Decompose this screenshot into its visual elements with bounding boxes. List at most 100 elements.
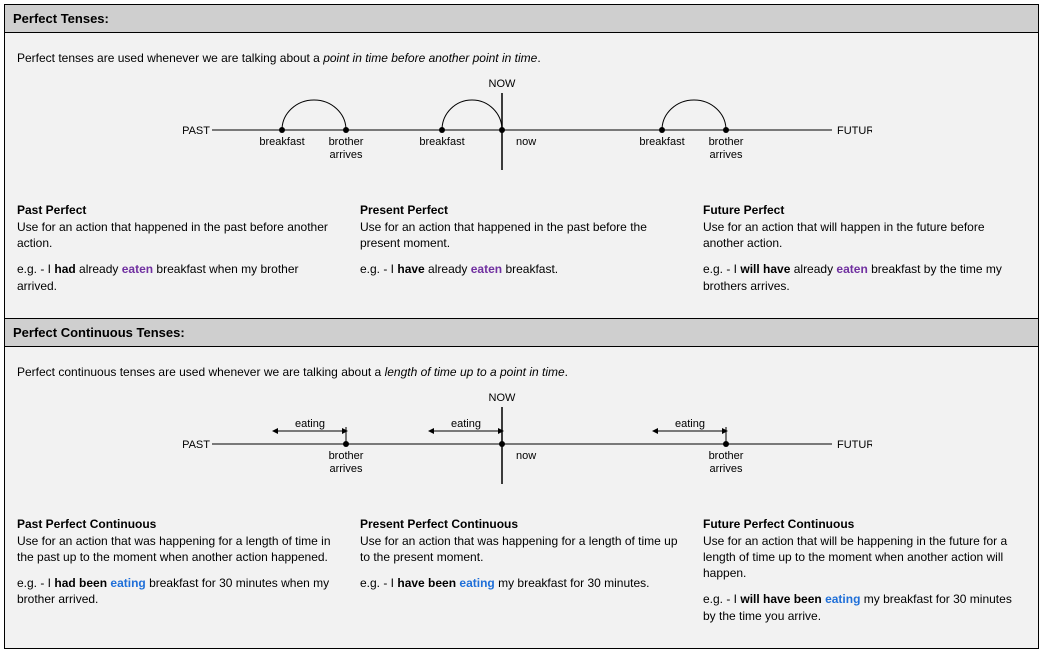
perfect-timeline-svg: NOW PAST FUTURE breakfast brother arrive… (172, 75, 872, 185)
present-perfect-col: Present Perfect Use for an action that h… (360, 203, 683, 304)
col-example: e.g. - I have been eating my breakfast f… (360, 575, 683, 591)
g1-b2: arrives (329, 149, 363, 161)
dot (343, 127, 349, 133)
intro-text-end: . (565, 365, 568, 379)
perfect-header: Perfect Tenses: (5, 5, 1038, 33)
col-example: e.g. - I will have already eaten breakfa… (703, 261, 1026, 293)
ex-post: my breakfast for 30 minutes. (495, 576, 650, 590)
now-label: NOW (488, 78, 516, 90)
future-label: FUTURE (837, 439, 872, 451)
past-perfect-col: Past Perfect Use for an action that happ… (17, 203, 340, 304)
arc-present (442, 100, 502, 130)
ex-pp: eating (459, 576, 494, 590)
future-label: FUTURE (837, 125, 872, 137)
past-label: PAST (182, 439, 210, 451)
ex-aux: will have (740, 262, 790, 276)
eat-label: eating (675, 418, 705, 430)
dot (659, 127, 665, 133)
g1-b1: brother (328, 136, 363, 148)
col-title: Present Perfect (360, 203, 683, 217)
ex-aux: have been (397, 576, 456, 590)
eat-label: eating (295, 418, 325, 430)
g3-b1: brother (708, 450, 743, 462)
intro-text: Perfect tenses are used whenever we are … (17, 51, 323, 65)
dot (279, 127, 285, 133)
g2-b: now (516, 136, 536, 148)
arc-past (282, 100, 346, 130)
ex-pre: e.g. - I (360, 576, 397, 590)
col-desc: Use for an action that will be happening… (703, 533, 1026, 582)
g1-a: breakfast (259, 136, 304, 148)
dot (499, 441, 505, 447)
col-example: e.g. - I had already eaten breakfast whe… (17, 261, 340, 293)
col-title: Future Perfect Continuous (703, 517, 1026, 531)
perfect-continuous-header: Perfect Continuous Tenses: (5, 319, 1038, 347)
intro-emph: point in time before another point in ti… (323, 51, 537, 65)
past-label: PAST (182, 125, 210, 137)
intro-text-end: . (537, 51, 540, 65)
col-desc: Use for an action that happened in the p… (360, 219, 683, 251)
ex-aux: had (54, 262, 75, 276)
ex-pre: e.g. - I (17, 262, 54, 276)
g1-b2: arrives (329, 463, 363, 475)
ex-pp: eaten (122, 262, 153, 276)
col-title: Past Perfect Continuous (17, 517, 340, 531)
ex-pre: e.g. - I (360, 262, 397, 276)
g3-b2: arrives (709, 149, 743, 161)
pc-intro: Perfect continuous tenses are used whene… (17, 365, 1026, 379)
perfect-intro: Perfect tenses are used whenever we are … (17, 51, 1026, 65)
ex-mid: already (790, 262, 836, 276)
ex-pre: e.g. - I (17, 576, 54, 590)
dot (439, 127, 445, 133)
g2-a: breakfast (419, 136, 464, 148)
intro-text: Perfect continuous tenses are used whene… (17, 365, 385, 379)
col-title: Past Perfect (17, 203, 340, 217)
perfect-diagram: NOW PAST FUTURE breakfast brother arrive… (17, 75, 1026, 185)
perfect-body: Perfect tenses are used whenever we are … (5, 33, 1038, 318)
col-example: e.g. - I will have been eating my breakf… (703, 591, 1026, 623)
col-desc: Use for an action that will happen in th… (703, 219, 1026, 251)
g3-a: breakfast (639, 136, 684, 148)
intro-emph: length of time up to a point in time (385, 365, 565, 379)
col-example: e.g. - I had been eating breakfast for 3… (17, 575, 340, 607)
ex-mid: already (76, 262, 122, 276)
future-perfect-continuous-col: Future Perfect Continuous Use for an act… (703, 517, 1026, 634)
now-label: NOW (488, 392, 516, 404)
perfect-continuous-section: Perfect Continuous Tenses: Perfect conti… (4, 319, 1039, 649)
pc-timeline-svg: NOW PAST FUTURE eating brother arrives e… (172, 389, 872, 499)
pc-columns: Past Perfect Continuous Use for an actio… (17, 517, 1026, 634)
ex-pp: eating (110, 576, 145, 590)
pc-diagram: NOW PAST FUTURE eating brother arrives e… (17, 389, 1026, 499)
dot (343, 441, 349, 447)
ex-aux: will have been (740, 592, 821, 606)
present-perfect-continuous-col: Present Perfect Continuous Use for an ac… (360, 517, 683, 634)
perfect-columns: Past Perfect Use for an action that happ… (17, 203, 1026, 304)
col-title: Present Perfect Continuous (360, 517, 683, 531)
col-desc: Use for an action that was happening for… (360, 533, 683, 565)
g2-b: now (516, 450, 536, 462)
g1-b1: brother (328, 450, 363, 462)
col-example: e.g. - I have already eaten breakfast. (360, 261, 683, 277)
ex-pre: e.g. - I (703, 262, 740, 276)
ex-pp: eating (825, 592, 860, 606)
perfect-continuous-body: Perfect continuous tenses are used whene… (5, 347, 1038, 648)
dot (499, 127, 505, 133)
dot (723, 127, 729, 133)
g3-b1: brother (708, 136, 743, 148)
ex-post: breakfast. (502, 262, 558, 276)
eat-label: eating (451, 418, 481, 430)
ex-pp: eaten (836, 262, 867, 276)
past-perfect-continuous-col: Past Perfect Continuous Use for an actio… (17, 517, 340, 634)
col-desc: Use for an action that happened in the p… (17, 219, 340, 251)
col-desc: Use for an action that was happening for… (17, 533, 340, 565)
ex-pre: e.g. - I (703, 592, 740, 606)
ex-mid: already (425, 262, 471, 276)
dot (723, 441, 729, 447)
col-title: Future Perfect (703, 203, 1026, 217)
g3-b2: arrives (709, 463, 743, 475)
future-perfect-col: Future Perfect Use for an action that wi… (703, 203, 1026, 304)
ex-aux: have (397, 262, 424, 276)
ex-pp: eaten (471, 262, 502, 276)
perfect-tenses-section: Perfect Tenses: Perfect tenses are used … (4, 4, 1039, 319)
ex-aux: had been (54, 576, 107, 590)
